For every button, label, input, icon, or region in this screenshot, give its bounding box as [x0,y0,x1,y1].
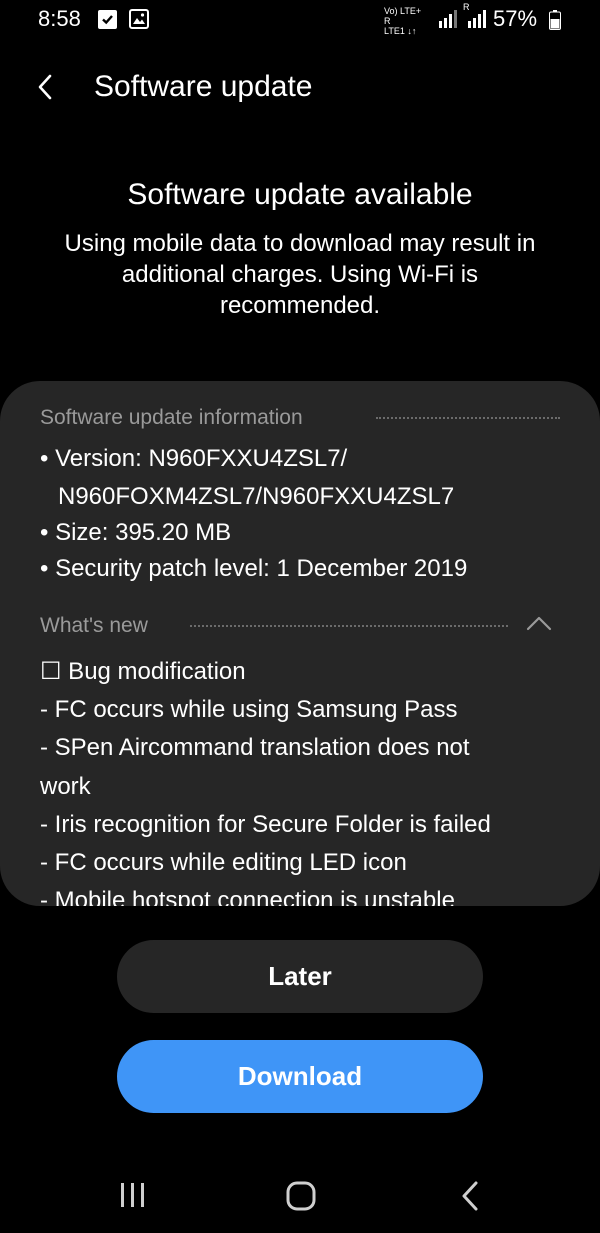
chevron-left-icon[interactable] [30,72,62,104]
image-notification-icon [129,9,149,29]
later-button[interactable]: Later [117,940,483,1013]
download-button[interactable]: Download [117,1040,483,1113]
security-patch-line: • Security patch level: 1 December 2019 [40,555,468,582]
whats-new-line: - Iris recognition for Secure Folder is … [40,811,491,838]
info-heading-divider [376,417,560,419]
home-icon[interactable] [285,1180,317,1212]
info-section-heading: Software update information [40,406,303,429]
whats-new-line: - Mobile hotspot connection is unstable [40,887,455,906]
back-nav-icon[interactable] [458,1180,482,1212]
whats-new-line: - FC occurs while using Samsung Pass [40,696,458,723]
update-description: Using mobile data to download may result… [64,230,536,319]
checkbox-notification-icon [98,10,117,29]
version-line-1: • Version: N960FXXU4ZSL7/ [40,445,348,472]
whats-new-line: - FC occurs while editing LED icon [40,849,407,876]
network-label: Vo) LTE+ R LTE1 ↓↑ [384,6,430,36]
chevron-up-icon[interactable] [526,615,552,631]
signal-icon [438,9,460,34]
whats-new-line: ☐ Bug modification [40,658,246,685]
size-line: • Size: 395.20 MB [40,519,232,546]
update-info-card[interactable]: Software update information • Version: N… [0,381,600,906]
battery-icon [549,10,561,30]
whats-new-heading: What's new [40,614,148,637]
version-line-2: N960FOXM4ZSL7/N960FXXU4ZSL7 [58,483,455,510]
recent-apps-icon[interactable] [118,1180,148,1210]
whats-new-line: - SPen Aircommand translation does not [40,734,470,761]
status-time: 8:58 [38,6,81,31]
network-label-bottom: LTE1 ↓↑ [384,26,417,36]
whats-new-line: work [40,773,91,800]
signal-icon-2 [467,9,489,34]
app-header: Software update [0,60,600,120]
page-title: Software update [94,70,313,103]
whats-new-divider [190,625,508,627]
battery-percent: 57% [493,6,538,31]
system-nav-bar [0,1160,600,1233]
status-bar: 8:58 Vo) LTE+ R LTE1 ↓↑ R 57% [0,0,600,40]
network-label-top: Vo) LTE+ R [384,6,422,26]
update-headline: Software update available [127,178,473,211]
